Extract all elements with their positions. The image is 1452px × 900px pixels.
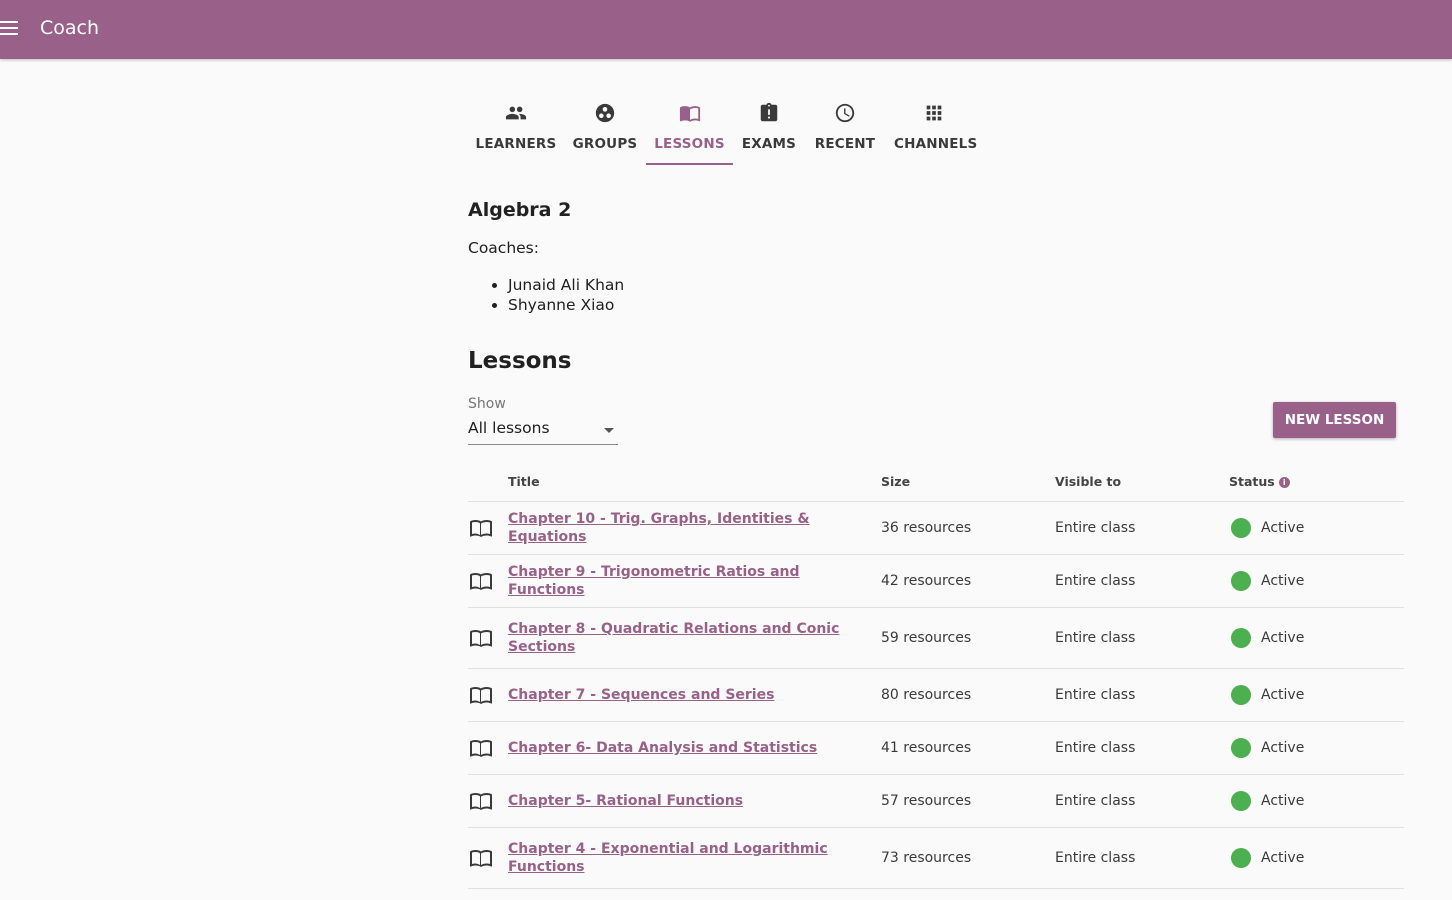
filter-value: All lessons: [468, 419, 550, 437]
table-row: Chapter 4 - Exponential and Logarithmic …: [468, 828, 1404, 889]
book-icon: [470, 630, 492, 647]
lesson-visible-to: Entire class: [1055, 793, 1136, 809]
column-visible-to: Visible to: [1055, 474, 1122, 489]
table-row: Chapter 10 - Trig. Graphs, Identities & …: [468, 502, 1404, 555]
lesson-title-link[interactable]: Chapter 10 - Trig. Graphs, Identities & …: [508, 510, 858, 546]
lesson-filter-select[interactable]: All lessons: [468, 418, 618, 445]
lesson-title-link[interactable]: Chapter 6- Data Analysis and Statistics: [508, 739, 858, 757]
lesson-status: Active: [1231, 571, 1304, 591]
tab-label: LEARNERS: [475, 136, 557, 152]
menu-icon[interactable]: [0, 18, 20, 38]
lesson-status: Active: [1231, 738, 1304, 758]
active-tab-indicator: [646, 163, 733, 165]
tab-channels[interactable]: CHANNELS: [894, 92, 978, 164]
status-active-icon: [1231, 518, 1251, 538]
grid-icon: [926, 105, 942, 121]
column-size: Size: [881, 474, 911, 489]
column-status-label: Status: [1229, 474, 1275, 489]
status-active-icon: [1231, 848, 1251, 868]
lesson-size: 42 resources: [881, 573, 972, 589]
lesson-visible-to: Entire class: [1055, 740, 1136, 756]
lesson-size: 80 resources: [881, 687, 972, 703]
lesson-size: 73 resources: [881, 850, 972, 866]
book-icon: [470, 850, 492, 867]
coach-name: Junaid Ali Khan: [508, 275, 624, 295]
status-text: Active: [1261, 520, 1305, 536]
clipboard-alert-icon: [760, 102, 778, 122]
tab-exams[interactable]: EXAMS: [741, 92, 797, 164]
lessons-table: Title Size Visible to Status i Chapter 10…: [468, 466, 1404, 889]
lesson-title-link[interactable]: Chapter 7 - Sequences and Series: [508, 686, 858, 704]
book-icon: [470, 687, 492, 704]
lesson-title-link[interactable]: Chapter 4 - Exponential and Logarithmic …: [508, 840, 858, 876]
lesson-visible-to: Entire class: [1055, 687, 1136, 703]
app-title: Coach: [40, 17, 100, 39]
tab-lessons[interactable]: LESSONS: [646, 92, 733, 165]
status-active-icon: [1231, 571, 1251, 591]
tab-recent[interactable]: RECENT: [812, 92, 878, 164]
table-row: Chapter 7 - Sequences and Series 80 reso…: [468, 669, 1404, 722]
lesson-visible-to: Entire class: [1055, 850, 1136, 866]
book-icon: [470, 793, 492, 810]
lesson-title-link[interactable]: Chapter 9 - Trigonometric Ratios and Fun…: [508, 563, 858, 599]
class-title: Algebra 2: [468, 199, 572, 221]
lesson-size: 59 resources: [881, 630, 972, 646]
lessons-heading: Lessons: [468, 348, 572, 374]
coaches-label: Coaches:: [468, 239, 539, 257]
status-active-icon: [1231, 685, 1251, 705]
groups-icon: [595, 103, 615, 123]
status-text: Active: [1261, 850, 1305, 866]
tab-groups[interactable]: GROUPS: [572, 92, 638, 164]
app-bar: Coach: [0, 0, 1452, 59]
book-icon: [470, 573, 492, 590]
table-row: Chapter 9 - Trigonometric Ratios and Fun…: [468, 555, 1404, 608]
lesson-status: Active: [1231, 628, 1304, 648]
tab-label: CHANNELS: [894, 136, 978, 152]
tab-label: GROUPS: [572, 136, 638, 152]
status-active-icon: [1231, 791, 1251, 811]
tab-learners[interactable]: LEARNERS: [468, 92, 564, 164]
clock-icon: [835, 103, 855, 123]
lesson-status: Active: [1231, 791, 1304, 811]
status-active-icon: [1231, 628, 1251, 648]
filter-label: Show: [468, 396, 506, 412]
table-row: Chapter 5- Rational Functions 57 resourc…: [468, 775, 1404, 828]
dropdown-arrow-icon: [604, 428, 614, 433]
lesson-visible-to: Entire class: [1055, 573, 1136, 589]
status-text: Active: [1261, 573, 1305, 589]
lesson-visible-to: Entire class: [1055, 630, 1136, 646]
lesson-size: 36 resources: [881, 520, 972, 536]
table-row: Chapter 6- Data Analysis and Statistics …: [468, 722, 1404, 775]
people-icon: [505, 106, 527, 120]
table-header: Title Size Visible to Status i: [468, 466, 1404, 502]
lesson-title-link[interactable]: Chapter 5- Rational Functions: [508, 792, 858, 810]
status-text: Active: [1261, 687, 1305, 703]
status-active-icon: [1231, 738, 1251, 758]
info-icon[interactable]: i: [1278, 477, 1290, 488]
book-icon: [470, 520, 492, 537]
lesson-visible-to: Entire class: [1055, 520, 1136, 536]
tab-label: LESSONS: [654, 136, 725, 152]
coach-name: Shyanne Xiao: [508, 295, 624, 315]
tab-label: EXAMS: [741, 136, 797, 152]
column-status: Status i: [1229, 474, 1290, 489]
status-text: Active: [1261, 630, 1305, 646]
tab-label: RECENT: [814, 136, 876, 152]
lesson-title-link[interactable]: Chapter 8 - Quadratic Relations and Coni…: [508, 620, 858, 656]
status-text: Active: [1261, 740, 1305, 756]
lesson-size: 57 resources: [881, 793, 972, 809]
book-icon: [470, 740, 492, 757]
coach-list: Junaid Ali Khan Shyanne Xiao: [468, 275, 624, 315]
new-lesson-button[interactable]: NEW LESSON: [1273, 402, 1396, 438]
lesson-status: Active: [1231, 518, 1304, 538]
column-title: Title: [508, 474, 540, 489]
book-icon: [679, 106, 700, 122]
lesson-status: Active: [1231, 685, 1304, 705]
status-text: Active: [1261, 793, 1305, 809]
table-row: Chapter 8 - Quadratic Relations and Coni…: [468, 608, 1404, 669]
lesson-size: 41 resources: [881, 740, 972, 756]
lesson-status: Active: [1231, 848, 1304, 868]
